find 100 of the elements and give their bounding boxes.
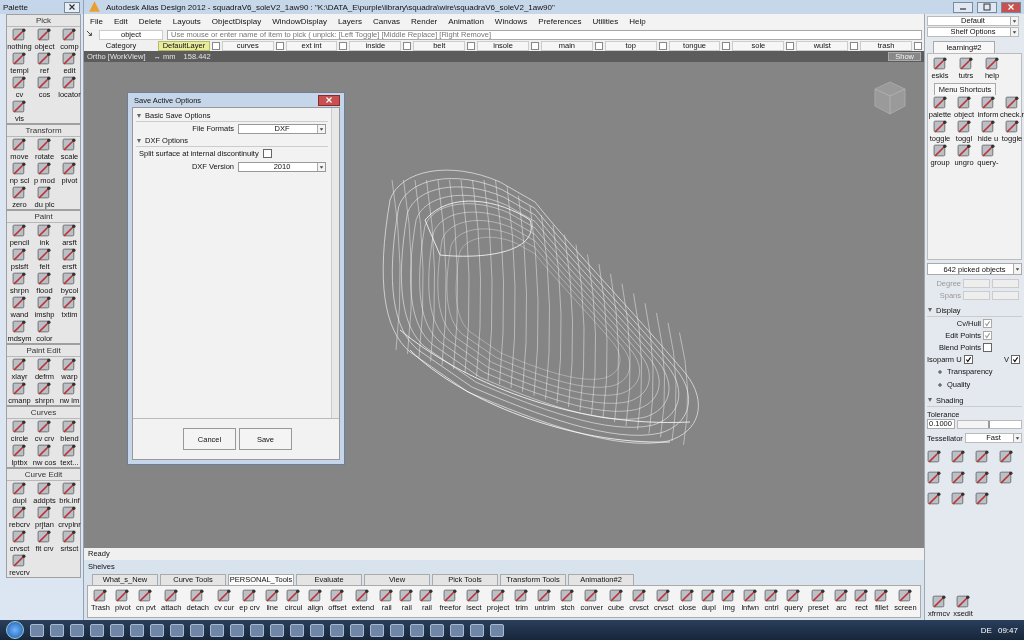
taskbar-app-icon[interactable] [130, 623, 144, 637]
layer-toggle[interactable] [530, 41, 539, 50]
tool-icon [12, 381, 27, 396]
layer-toggle[interactable] [339, 41, 348, 50]
taskbar-app-icon[interactable] [470, 623, 484, 637]
tool-icon [631, 588, 647, 603]
tool-icon [12, 247, 27, 262]
collapse-icon[interactable] [927, 397, 933, 403]
degree-field[interactable] [963, 278, 990, 288]
layer-toggle[interactable] [850, 41, 859, 50]
menu-item[interactable]: Layouts [172, 17, 201, 26]
taskbar-app-icon[interactable] [90, 623, 104, 637]
tool-icon [932, 143, 948, 158]
tool-icon [37, 137, 52, 152]
close-button[interactable] [318, 94, 340, 106]
tool-icon [560, 588, 576, 603]
tool-icon [514, 588, 530, 603]
taskbar-app-icon[interactable] [50, 623, 64, 637]
taskbar-app-icon[interactable] [150, 623, 164, 637]
layer-toggle[interactable] [913, 41, 922, 50]
tool-icon [1004, 95, 1020, 110]
menu-item[interactable]: File [90, 17, 103, 26]
layer-toggle[interactable] [211, 41, 220, 50]
caret-icon [1010, 17, 1018, 25]
spans-field[interactable] [963, 290, 990, 300]
collapse-icon[interactable] [136, 112, 142, 119]
tool-icon [854, 588, 869, 603]
tool-icon [62, 419, 77, 434]
taskbar-app-icon[interactable] [70, 623, 84, 637]
checkbox[interactable] [983, 342, 992, 352]
tool-icon [810, 588, 826, 603]
caret-icon [1010, 28, 1018, 36]
taskbar-app-icon[interactable] [250, 623, 264, 637]
shading-icon [975, 470, 990, 485]
taskbar-app-icon[interactable] [390, 623, 404, 637]
layer-toggle[interactable] [594, 41, 603, 50]
scrollbar[interactable] [331, 108, 339, 418]
group-title: Curves [7, 407, 80, 419]
taskbar-app-icon[interactable] [410, 623, 424, 637]
tool-icon [932, 56, 948, 71]
tool-icon [62, 357, 77, 372]
tool-icon [37, 223, 52, 238]
layer-toggle[interactable] [467, 41, 476, 50]
taskbar-app-icon[interactable] [170, 623, 184, 637]
tool-icon [37, 419, 52, 434]
menu-item[interactable]: Preferences [538, 17, 582, 26]
spans-field[interactable] [992, 290, 1019, 300]
window-title: Autodesk Alias Design 2012 - squadraV6_soleV2_1aw90 : "K:\DATA_E\purple\library\squadra\wire\squadraV6_soleV2_1aw90" [106, 2, 556, 12]
layer-toggle[interactable] [275, 41, 284, 50]
taskbar-app-icon[interactable] [290, 623, 304, 637]
menu-item[interactable]: Layers [337, 17, 362, 26]
menu-item[interactable]: Canvas [372, 17, 401, 26]
layer-toggle[interactable] [786, 41, 795, 50]
taskbar-app-icon[interactable] [310, 623, 324, 637]
checkbox[interactable] [1011, 354, 1020, 364]
degree-field[interactable] [992, 278, 1019, 288]
taskbar-app-icon[interactable] [270, 623, 284, 637]
taskbar-app-icon[interactable] [450, 623, 464, 637]
start-button[interactable] [6, 621, 24, 639]
taskbar-app-icon[interactable] [110, 623, 124, 637]
menu-item[interactable]: Render [411, 17, 438, 26]
tool-icon [537, 588, 553, 603]
taskbar-app-icon[interactable] [430, 623, 444, 637]
collapse-icon[interactable] [136, 137, 142, 144]
tool-icon [442, 588, 458, 603]
taskbar-app-icon[interactable] [30, 623, 44, 637]
maximize-button[interactable] [977, 1, 997, 13]
caret-icon [317, 124, 325, 133]
taskbar-app-icon[interactable] [190, 623, 204, 637]
taskbar-app-icon[interactable] [350, 623, 364, 637]
caret-icon [1013, 434, 1021, 442]
close-button[interactable] [64, 1, 80, 13]
tool-icon [932, 95, 948, 110]
checkbox[interactable] [262, 149, 272, 158]
menu-item[interactable]: ObjectDisplay [211, 17, 262, 26]
collapse-icon[interactable] [927, 307, 933, 313]
menu-item[interactable]: Animation [448, 17, 484, 26]
taskbar-app-icon[interactable] [330, 623, 344, 637]
layer-toggle[interactable] [722, 41, 731, 50]
expand-icon[interactable] [937, 381, 943, 388]
taskbar-app-icon[interactable] [370, 623, 384, 637]
tool-icon [62, 381, 77, 396]
taskbar-app-icon[interactable] [210, 623, 224, 637]
tool-icon [37, 75, 52, 90]
layer-toggle[interactable] [658, 41, 667, 50]
menu-item[interactable]: WindowDisplay [272, 17, 327, 26]
menu-item[interactable]: Utilities [592, 17, 619, 26]
layer-toggle[interactable] [403, 41, 412, 50]
slider[interactable] [957, 419, 1022, 429]
menu-item[interactable]: Windows [494, 17, 528, 26]
menu-item[interactable]: Delete [138, 17, 162, 26]
menu-item[interactable]: Edit [113, 17, 128, 26]
taskbar-app-icon[interactable] [230, 623, 244, 637]
language-indicator[interactable]: DE [980, 625, 992, 635]
tool-icon [37, 27, 52, 42]
checkbox[interactable] [963, 354, 973, 364]
menu-item[interactable]: Help [629, 17, 646, 26]
taskbar-app-icon[interactable] [490, 623, 504, 637]
expand-icon[interactable] [937, 368, 943, 375]
minimize-button[interactable] [953, 1, 973, 13]
